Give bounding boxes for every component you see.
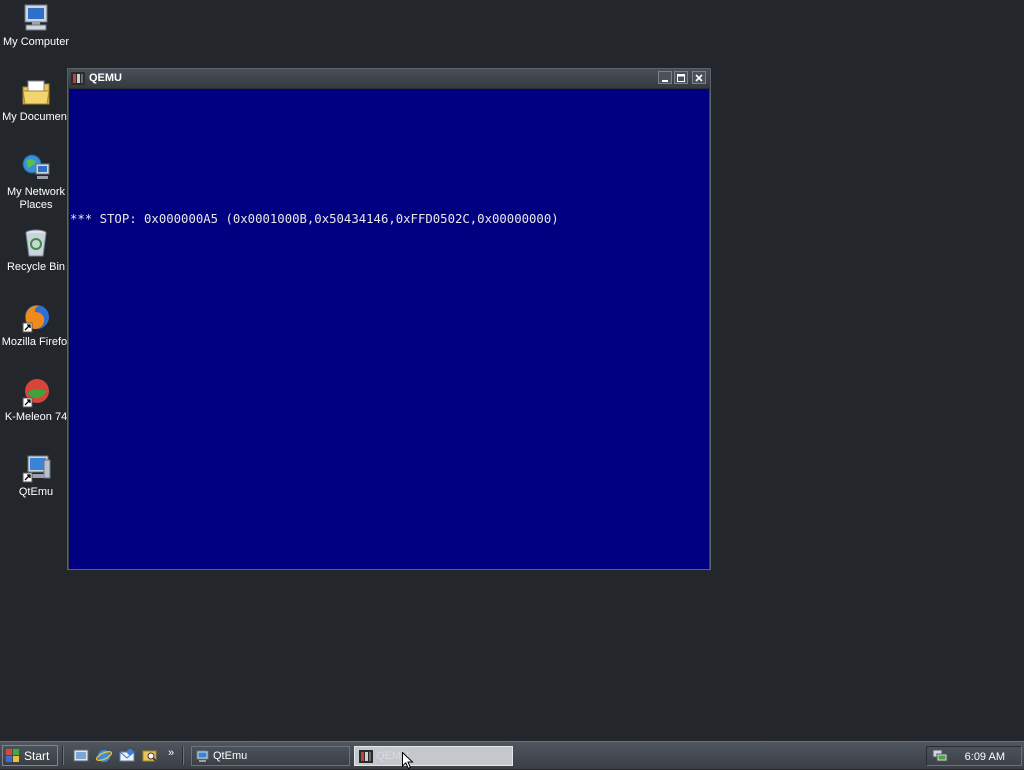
taskbar-item-label: QtEmu — [213, 750, 248, 762]
my-computer-icon — [24, 4, 48, 31]
desktop-icon-firefox[interactable]: Mozilla Firefo: — [0, 302, 72, 349]
desktop-icon-label: Mozilla Firefo: — [1, 336, 71, 348]
desktop-icon-my-computer[interactable]: My Computer — [0, 2, 72, 49]
qemu-app-icon — [71, 72, 85, 85]
desktop-icon-label: My Computer — [2, 36, 70, 48]
minimize-button[interactable] — [658, 71, 672, 84]
desktop-icon-label: K-Meleon 74 — [4, 411, 68, 423]
kmeleon-icon — [22, 379, 49, 408]
mouse-cursor-icon — [402, 752, 414, 770]
desktop-icon-my-documents[interactable]: My Document — [0, 77, 72, 124]
desktop-icon-label: My Network Places — [6, 186, 66, 211]
quicklaunch-more-button[interactable]: » — [168, 747, 174, 759]
qtemu-icon — [22, 455, 51, 483]
system-tray: 6:09 AM — [926, 746, 1022, 766]
search-icon[interactable] — [142, 748, 158, 764]
desktop-icon-label: QtEmu — [18, 486, 54, 498]
bsod-stop-message: *** STOP: 0x000000A5 (0x0001000B,0x50434… — [70, 212, 559, 226]
close-button[interactable] — [692, 71, 706, 84]
start-icon — [6, 748, 19, 762]
window-titlebar[interactable]: QEMU — [68, 69, 710, 89]
network-places-icon — [22, 154, 50, 179]
internet-explorer-icon[interactable] — [96, 748, 112, 764]
taskbar-clock[interactable]: 6:09 AM — [965, 751, 1005, 763]
desktop-icon-label: Recycle Bin — [6, 261, 66, 273]
desktop-icon-qtemu[interactable]: QtEmu — [0, 452, 72, 499]
taskbar-separator — [182, 746, 184, 765]
show-desktop-icon[interactable] — [73, 748, 89, 764]
firefox-icon — [22, 305, 49, 333]
window-title: QEMU — [89, 72, 122, 84]
desktop-icon-label: My Document — [2, 111, 70, 123]
desktop-icon-network-places[interactable]: My Network Places — [0, 152, 72, 212]
taskbar-separator — [62, 746, 64, 765]
start-label: Start — [24, 748, 50, 763]
taskbar: Start » QtEmu QEMU 6:09 AM — [0, 741, 1024, 769]
close-icon — [695, 73, 703, 82]
vm-screen[interactable]: *** STOP: 0x000000A5 (0x0001000B,0x50434… — [69, 89, 709, 569]
my-documents-icon — [22, 80, 50, 105]
network-status-icon[interactable] — [932, 749, 948, 763]
recycle-bin-icon — [25, 229, 47, 257]
desktop-icon-recycle-bin[interactable]: Recycle Bin — [0, 227, 72, 274]
qtemu-icon — [196, 750, 209, 762]
qemu-window[interactable]: QEMU *** STOP: 0x000000A5 (0x0001000B,0x… — [67, 68, 711, 570]
taskbar-item-qtemu[interactable]: QtEmu — [191, 746, 350, 766]
taskbar-item-qemu[interactable]: QEMU — [354, 746, 513, 766]
minimize-icon — [662, 79, 668, 82]
desktop-icon-kmeleon[interactable]: K-Meleon 74 — [0, 377, 72, 424]
maximize-icon — [677, 73, 685, 82]
qemu-app-icon — [359, 749, 373, 763]
outlook-express-icon[interactable] — [119, 748, 135, 764]
maximize-button[interactable] — [674, 71, 688, 84]
start-button[interactable]: Start — [2, 745, 58, 766]
